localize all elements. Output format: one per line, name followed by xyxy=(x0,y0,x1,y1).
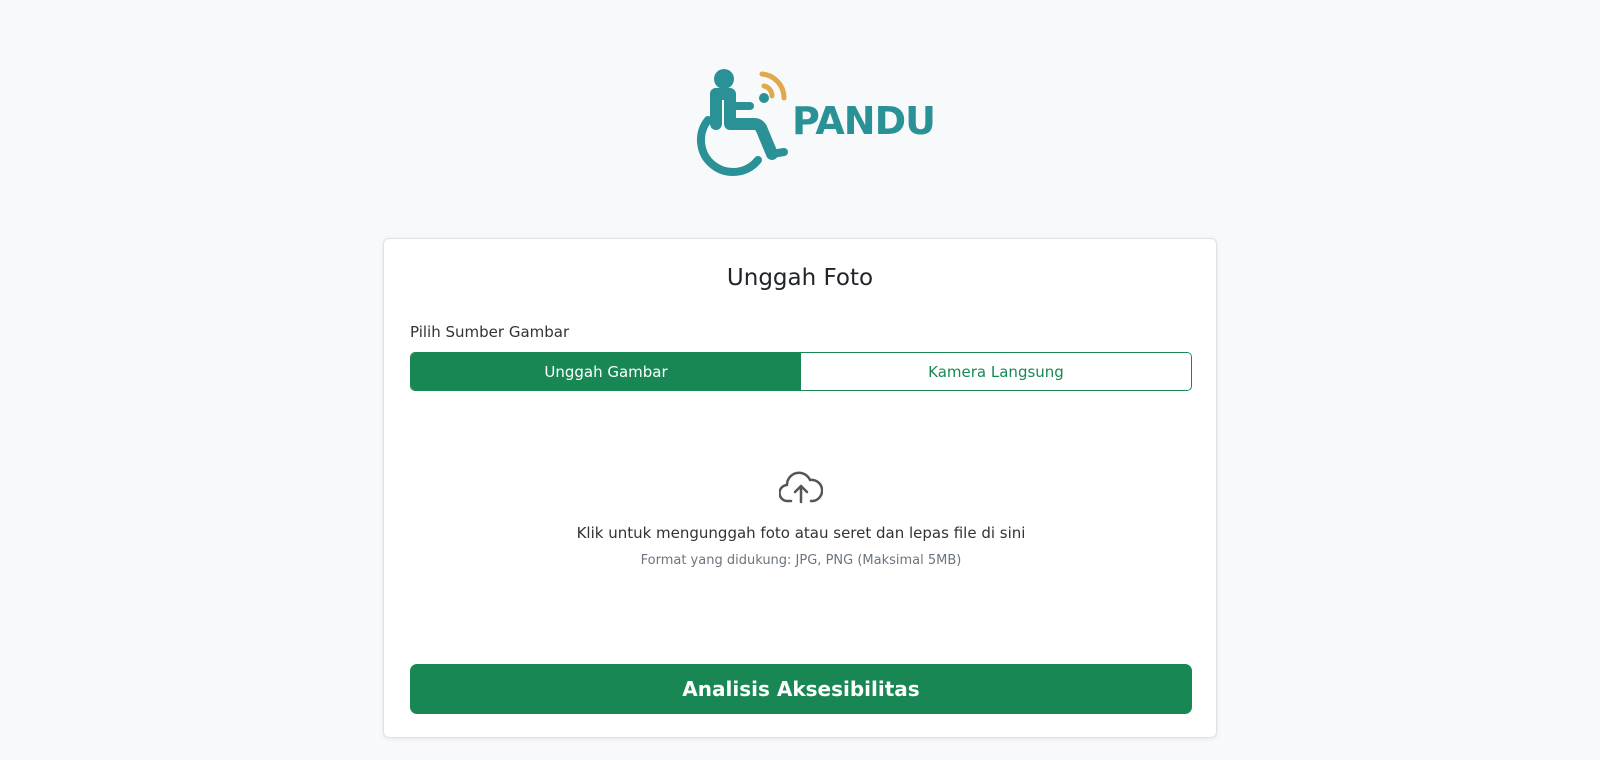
dropzone-format-hint: Format yang didukung: JPG, PNG (Maksimal… xyxy=(640,553,962,568)
card-title: Unggah Foto xyxy=(726,265,874,291)
upload-card: Unggah Foto Pilih Sumber Gambar Unggah G… xyxy=(383,238,1217,738)
page: PANDU Unggah Foto Pilih Sumber Gambar Un… xyxy=(0,0,1600,760)
analyze-accessibility-button[interactable]: Analisis Aksesibilitas xyxy=(410,664,1192,714)
brand-name: PANDU xyxy=(792,99,936,143)
live-camera-button[interactable]: Kamera Langsung xyxy=(801,353,1191,390)
upload-image-button[interactable]: Unggah Gambar xyxy=(411,353,801,390)
source-label: Pilih Sumber Gambar xyxy=(410,323,570,341)
file-dropzone[interactable]: Klik untuk mengunggah foto atau seret da… xyxy=(410,409,1192,649)
cloud-upload-icon xyxy=(779,471,823,504)
source-toggle: Unggah Gambar Kamera Langsung xyxy=(410,352,1192,391)
dropzone-instruction: Klik untuk mengunggah foto atau seret da… xyxy=(576,524,1026,542)
wheelchair-icon xyxy=(697,69,788,176)
pandu-logo: PANDU xyxy=(686,64,936,186)
